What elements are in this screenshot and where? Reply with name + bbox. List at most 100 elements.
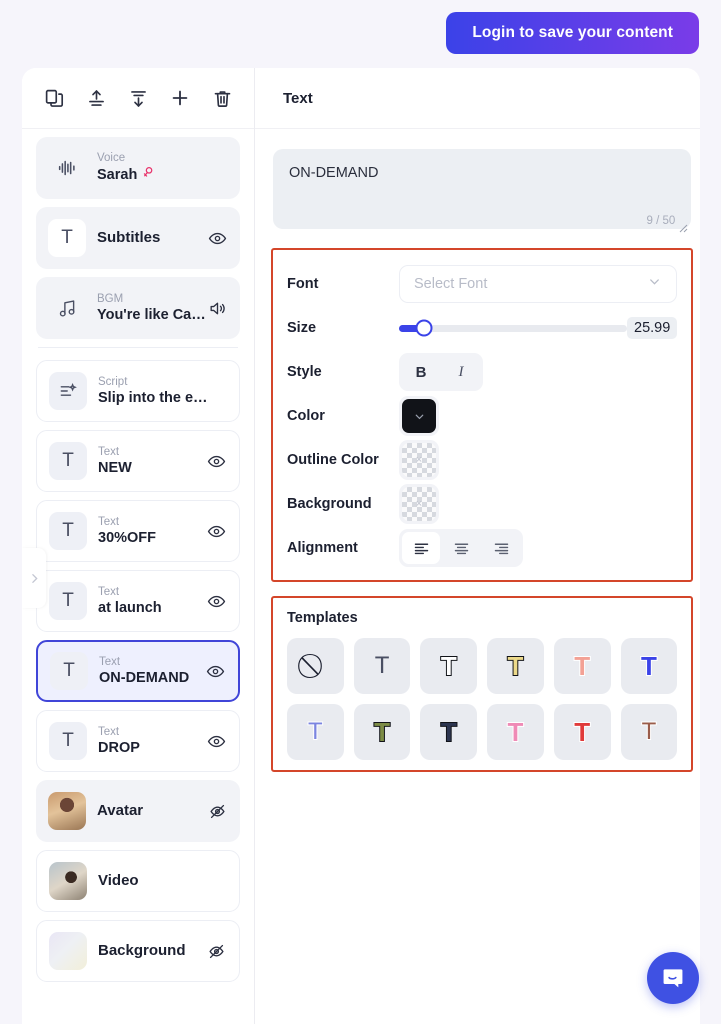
size-slider[interactable]: 25.99 (399, 309, 678, 347)
template-yellow-glyph: T (507, 651, 525, 681)
color-label: Color (287, 408, 325, 424)
add-icon[interactable] (164, 82, 196, 114)
panel-title: Text (283, 89, 313, 107)
layer-kind: Text (99, 656, 121, 668)
layer-list: Voice Sarah T Subtitles BGM You're like … (22, 129, 254, 1024)
template-black-outline-glyph: T (440, 651, 458, 681)
template-olive[interactable]: T (353, 704, 411, 760)
music-note-icon (48, 289, 86, 327)
layer-name: Avatar (97, 802, 144, 819)
eye-off-icon[interactable] (208, 802, 228, 821)
eye-icon[interactable] (208, 229, 228, 248)
layer-text: Subtitles (97, 219, 208, 257)
text-properties-box: Font Select Font Size 25.99 Style B I Co… (271, 248, 694, 582)
layer-item-voice[interactable]: Voice Sarah (36, 137, 240, 199)
font-row: Font Select Font (287, 262, 678, 306)
delete-icon[interactable] (206, 82, 238, 114)
text-input[interactable] (273, 149, 692, 229)
layer-kind: Text (98, 446, 120, 458)
style-toggle-group: B I (399, 353, 483, 391)
template-blue[interactable]: T (620, 638, 678, 694)
layer-text: Text DROP (98, 725, 207, 757)
layer-item-text-30off[interactable]: T Text 30%OFF (36, 500, 240, 562)
send-backward-icon[interactable] (122, 82, 154, 114)
slider-track[interactable] (399, 319, 627, 337)
background-color-swatch[interactable]: × (402, 487, 436, 521)
template-brown[interactable]: T (620, 704, 678, 760)
text-icon: T (49, 442, 87, 480)
slider-thumb[interactable] (415, 319, 433, 337)
italic-button[interactable]: I (442, 356, 480, 388)
template-none[interactable]: ⃠ (287, 638, 344, 694)
layer-item-text-at-launch[interactable]: T Text at launch (36, 570, 240, 632)
script-icon (49, 372, 87, 410)
templates-box: Templates ⃠ T T T T T T T T T T T (271, 596, 694, 772)
waveform-icon (48, 149, 86, 187)
color-swatch-wrap (399, 396, 439, 436)
template-navy[interactable]: T (420, 704, 478, 760)
layer-item-script[interactable]: Script Slip into the e… (36, 360, 240, 422)
chat-bubble-button[interactable] (647, 952, 699, 1004)
login-to-save-button[interactable]: Login to save your content (446, 12, 699, 54)
layer-item-text-on-demand[interactable]: T Text ON-DEMAND (36, 640, 240, 702)
align-right-icon[interactable] (482, 532, 520, 564)
eye-icon[interactable] (206, 662, 226, 681)
layer-item-video[interactable]: Video (36, 850, 240, 912)
eye-icon[interactable] (207, 522, 227, 541)
size-label: Size (287, 320, 317, 336)
template-red[interactable]: T (553, 704, 611, 760)
character-counter: 9 / 50 (646, 215, 676, 227)
alignment-row: Alignment (287, 526, 677, 570)
alignment-label: Alignment (287, 540, 358, 556)
layer-item-text-drop[interactable]: T Text DROP (36, 710, 240, 772)
layer-text: Avatar (97, 792, 208, 830)
avatar-thumbnail (48, 792, 86, 830)
panel-header: Text (255, 68, 700, 129)
panel-collapse-toggle[interactable] (22, 548, 46, 608)
align-left-icon[interactable] (402, 532, 440, 564)
layer-name: Video (98, 872, 139, 889)
background-swatch-wrap: × (399, 484, 439, 524)
outline-color-label: Outline Color (287, 452, 379, 468)
align-center-icon[interactable] (442, 532, 480, 564)
alignment-group (399, 529, 523, 567)
volume-icon[interactable] (208, 299, 228, 318)
size-row: Size 25.99 (287, 306, 678, 350)
style-row: Style B I (287, 350, 677, 394)
layer-group-divider (38, 347, 238, 348)
font-select[interactable]: Select Font (399, 265, 678, 303)
layer-item-background[interactable]: Background (36, 920, 240, 982)
layer-text: BGM You're like Ca… (97, 292, 208, 324)
panel-body: 9 / 50 Font Select Font (255, 129, 700, 1024)
eye-icon[interactable] (207, 592, 227, 611)
size-value[interactable]: 25.99 (627, 317, 678, 339)
bold-button[interactable]: B (402, 356, 440, 388)
layer-kind: Text (98, 516, 120, 528)
template-black-outline[interactable]: T (420, 638, 478, 694)
eye-icon[interactable] (207, 452, 227, 471)
template-brown-glyph: T (641, 718, 658, 745)
template-light-blue-glyph: T (307, 718, 324, 745)
template-yellow[interactable]: T (487, 638, 544, 694)
layer-item-subtitles[interactable]: T Subtitles (36, 207, 240, 269)
eye-off-icon[interactable] (207, 942, 227, 961)
templates-title: Templates (287, 610, 358, 626)
eye-icon[interactable] (207, 732, 227, 751)
template-plain[interactable]: T (353, 638, 411, 694)
template-coral[interactable]: T (553, 638, 611, 694)
duplicate-icon[interactable] (38, 82, 70, 114)
layer-item-bgm[interactable]: BGM You're like Ca… (36, 277, 240, 339)
template-pink[interactable]: T (487, 704, 544, 760)
layer-text: Script Slip into the e… (98, 375, 227, 407)
layer-kind: BGM (97, 293, 124, 305)
resize-handle[interactable] (676, 220, 688, 233)
font-select-value: Select Font (414, 276, 488, 292)
app-page: Login to save your content Voice Sarah T… (0, 0, 721, 1024)
text-color-swatch[interactable] (402, 399, 436, 433)
layer-item-avatar[interactable]: Avatar (36, 780, 240, 842)
template-light-blue[interactable]: T (287, 704, 344, 760)
layer-item-text-new[interactable]: T Text NEW (36, 430, 240, 492)
text-icon: T (49, 722, 87, 760)
outline-color-swatch[interactable]: × (402, 443, 436, 477)
bring-forward-icon[interactable] (80, 82, 112, 114)
